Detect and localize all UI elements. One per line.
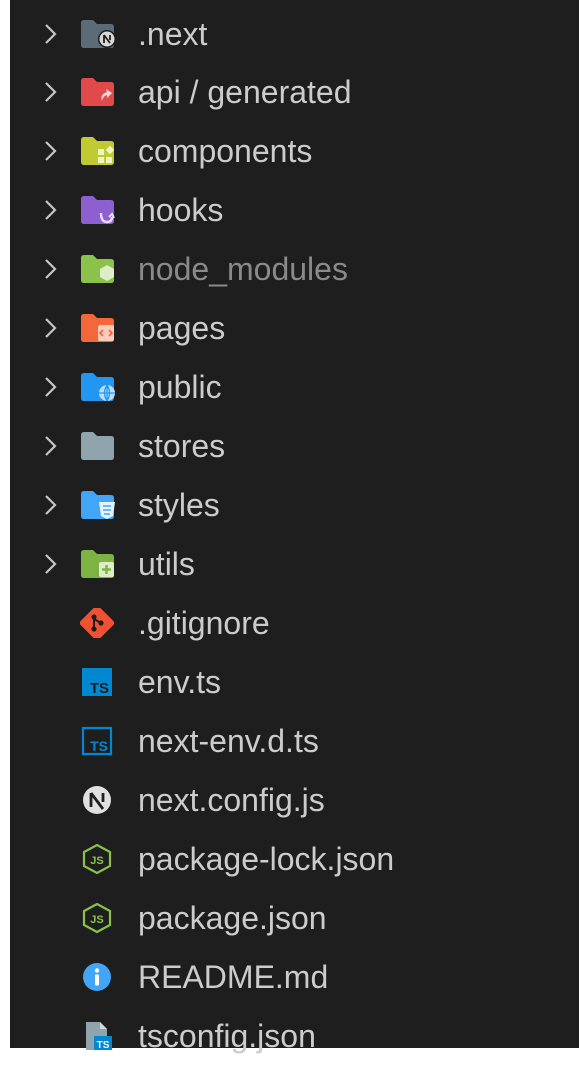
svg-text:TS: TS — [97, 1040, 110, 1051]
svg-text:JS: JS — [90, 855, 103, 867]
folder-styles-icon — [80, 490, 118, 520]
tree-item-label: api / generated — [138, 74, 352, 110]
tree-item-label: components — [138, 133, 313, 169]
chevron-right-icon[interactable] — [40, 372, 62, 402]
tree-item-pages-folder[interactable]: pages — [10, 298, 579, 356]
folder-api-icon — [80, 77, 118, 107]
chevron-right-icon[interactable] — [40, 195, 62, 225]
nodejs-icon: JS — [80, 903, 118, 933]
chevron-right-icon[interactable] — [40, 77, 62, 107]
tree-item-next-env-file[interactable]: TS next-env.d.ts — [10, 711, 579, 769]
tree-item-api-folder[interactable]: api / generated — [10, 62, 579, 120]
tree-item-label: .gitignore — [138, 605, 270, 641]
tree-item-label: .next — [138, 16, 208, 52]
tree-item-label: utils — [138, 546, 195, 582]
tree-item-label: pages — [138, 310, 226, 346]
folder-pages-icon — [80, 313, 118, 343]
info-icon — [80, 962, 118, 992]
chevron-right-icon[interactable] — [40, 313, 62, 343]
tsconfig-icon: TS — [80, 1021, 118, 1051]
folder-next-icon — [80, 19, 118, 49]
tree-item-package-json-file[interactable]: JS package.json — [10, 888, 579, 946]
tree-item-tsconfig-file[interactable]: TS tsconfig.json — [10, 1006, 579, 1064]
tree-item-components-folder[interactable]: components — [10, 121, 579, 179]
tree-item-node-modules-folder[interactable]: node_modules — [10, 239, 579, 297]
next-icon — [80, 785, 118, 815]
folder-stores-icon — [80, 431, 118, 461]
tree-item-hooks-folder[interactable]: hooks — [10, 180, 579, 238]
tree-item-label: node_modules — [138, 251, 348, 287]
tree-item-label: public — [138, 369, 222, 405]
tree-item-label: package-lock.json — [138, 841, 395, 877]
tree-item-next-folder[interactable]: .next — [10, 4, 579, 62]
file-explorer: .next api / generated components hooks n… — [10, 0, 579, 1054]
chevron-right-icon[interactable] — [40, 19, 62, 49]
tree-item-env-ts-file[interactable]: TS env.ts — [10, 652, 579, 710]
tree-item-label: env.ts — [138, 664, 221, 700]
tree-item-readme-file[interactable]: README.md — [10, 947, 579, 1005]
svg-text:TS: TS — [90, 680, 109, 697]
folder-utils-icon — [80, 549, 118, 579]
tree-item-label: next.config.js — [138, 782, 325, 818]
git-icon — [80, 608, 118, 638]
typescript-def-icon: TS — [80, 726, 118, 756]
chevron-right-icon[interactable] — [40, 431, 62, 461]
tree-item-public-folder[interactable]: public — [10, 357, 579, 415]
tree-item-gitignore-file[interactable]: .gitignore — [10, 593, 579, 651]
tree-item-label: package.json — [138, 900, 327, 936]
chevron-right-icon[interactable] — [40, 136, 62, 166]
tree-item-label: styles — [138, 487, 220, 523]
chevron-right-icon[interactable] — [40, 490, 62, 520]
tree-item-label: README.md — [138, 959, 329, 995]
nodejs-icon: JS — [80, 844, 118, 874]
tree-item-label: stores — [138, 428, 226, 464]
svg-text:JS: JS — [90, 914, 103, 926]
folder-public-icon — [80, 372, 118, 402]
tree-item-label: next-env.d.ts — [138, 723, 319, 759]
chevron-right-icon[interactable] — [40, 254, 62, 284]
svg-text:TS: TS — [90, 738, 108, 754]
tree-item-label: hooks — [138, 192, 224, 228]
tree-item-utils-folder[interactable]: utils — [10, 534, 579, 592]
tree-item-label: tsconfig.json — [138, 1018, 316, 1054]
tree-item-package-lock-file[interactable]: JS package-lock.json — [10, 829, 579, 887]
tree-item-next-config-file[interactable]: next.config.js — [10, 770, 579, 828]
chevron-right-icon[interactable] — [40, 549, 62, 579]
tree-item-stores-folder[interactable]: stores — [10, 416, 579, 474]
tree-item-styles-folder[interactable]: styles — [10, 475, 579, 533]
folder-components-icon — [80, 136, 118, 166]
typescript-icon: TS — [80, 667, 118, 697]
folder-node-icon — [80, 254, 118, 284]
folder-hooks-icon — [80, 195, 118, 225]
